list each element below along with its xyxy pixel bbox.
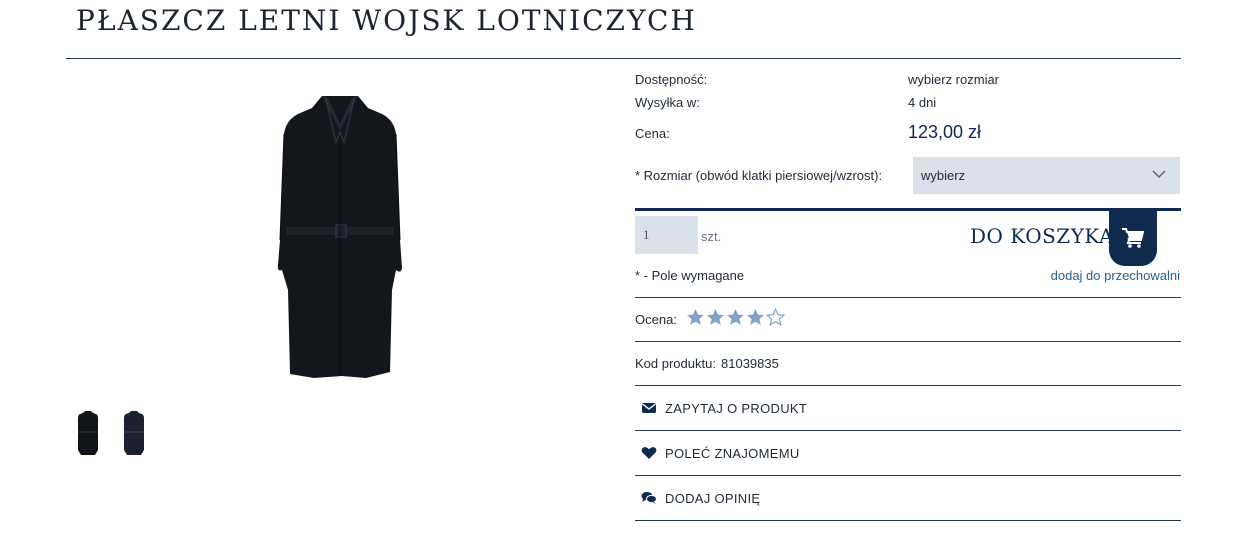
price-value: 123,00 zł (908, 122, 982, 142)
size-select[interactable]: wybierz (913, 157, 1180, 194)
chat-icon (641, 492, 657, 504)
envelope-icon (642, 403, 656, 413)
recommend-to-friend-label: POLEĆ ZNAJOMEMU (665, 445, 800, 461)
star-filled-icon[interactable] (746, 308, 765, 327)
star-empty-icon[interactable] (766, 308, 785, 327)
divider (635, 430, 1181, 431)
divider (635, 297, 1181, 298)
product-code-label: Kod produktu: (635, 356, 716, 371)
divider (635, 341, 1181, 342)
star-filled-icon[interactable] (706, 308, 725, 327)
shipping-label: Wysyłka w: (635, 95, 700, 110)
add-review-link[interactable]: DODAJ OPINIĘ (641, 488, 760, 508)
recommend-to-friend-link[interactable]: POLEĆ ZNAJOMEMU (641, 443, 800, 463)
star-filled-icon[interactable] (686, 308, 705, 327)
cart-icon-box[interactable] (1109, 209, 1157, 266)
divider (635, 475, 1181, 476)
shipping-value: 4 dni (908, 95, 937, 110)
quantity-unit: szt. (701, 229, 722, 244)
add-to-wishlist-link[interactable]: dodaj do przechowalni (1051, 268, 1180, 283)
add-to-cart-button[interactable]: DO KOSZYKA (960, 208, 1158, 268)
cart-icon (1122, 227, 1144, 248)
price-label: Cena: (635, 126, 670, 141)
rating-stars[interactable] (686, 308, 785, 327)
availability-label: Dostępność: (635, 72, 708, 87)
add-review-label: DODAJ OPINIĘ (665, 490, 761, 506)
ask-about-product-link[interactable]: ZAPYTAJ O PRODUKT (641, 398, 807, 418)
size-select-value: wybierz (921, 168, 966, 183)
add-to-cart-label: DO KOSZYKA (970, 224, 1114, 248)
availability-value: wybierz rozmiar (908, 72, 1000, 87)
product-code-value: 81039835 (721, 356, 779, 371)
title-divider (66, 58, 1181, 59)
chevron-down-icon (1152, 170, 1166, 179)
divider (635, 520, 1181, 521)
rating-label: Ocena: (635, 312, 677, 327)
required-note: * - Pole wymagane (635, 268, 745, 283)
heart-icon (641, 447, 657, 459)
quantity-input[interactable] (635, 216, 698, 254)
star-filled-icon[interactable] (726, 308, 745, 327)
ask-about-product-label: ZAPYTAJ O PRODUKT (665, 400, 808, 416)
size-label: * Rozmiar (obwód klatki piersiowej/wzros… (635, 168, 883, 183)
coat-thumbnail-1[interactable] (77, 410, 99, 456)
divider (635, 385, 1181, 386)
coat-thumbnail-2[interactable] (123, 410, 145, 456)
product-main-image[interactable] (270, 90, 410, 380)
product-title: PŁASZCZ LETNI WOJSK LOTNICZYCH (76, 4, 697, 37)
